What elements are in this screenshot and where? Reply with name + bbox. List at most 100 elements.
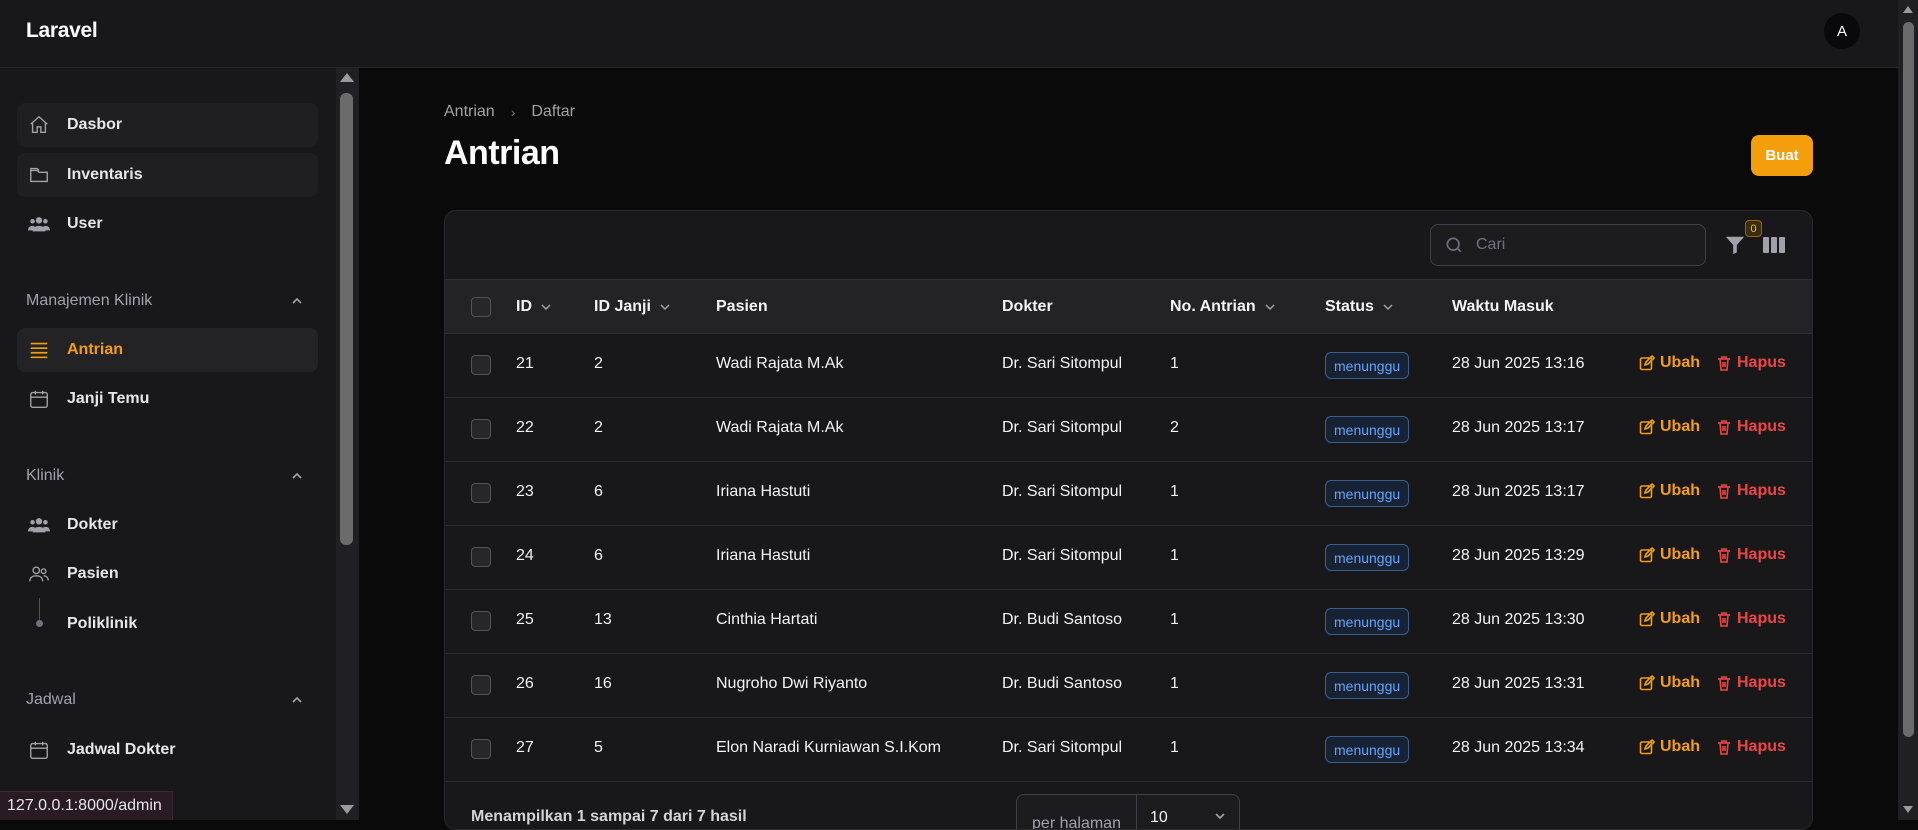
trash-icon bbox=[1718, 484, 1730, 499]
sidebar-scrollbar-thumb[interactable] bbox=[340, 93, 353, 545]
cell-patient: Iriana Hastuti bbox=[716, 483, 811, 500]
calendar-icon bbox=[27, 738, 51, 762]
status-badge: menunggu bbox=[1325, 352, 1410, 379]
sidebar-item-poliklinik[interactable]: Poliklinik bbox=[17, 602, 318, 646]
table-row[interactable]: 25 13 Cinthia Hartati Dr. Budi Santoso 1 28 J… bbox=[445, 590, 1812, 654]
page-title: Antrian bbox=[444, 134, 560, 172]
edit-button[interactable]: Ubah bbox=[1639, 738, 1700, 756]
cell-patient: Elon Naradi Kurniawan S.I.Kom bbox=[716, 739, 941, 756]
status-badge: menunggu bbox=[1325, 416, 1410, 443]
calendar-icon bbox=[27, 387, 51, 411]
column-header-queue-no[interactable]: No. Antrian bbox=[1170, 298, 1276, 316]
edit-button[interactable]: Ubah bbox=[1639, 546, 1700, 564]
status-badge: menunggu bbox=[1325, 672, 1410, 699]
cell-id: 23 bbox=[516, 483, 534, 500]
cell-queue-no: 1 bbox=[1170, 739, 1179, 756]
sidebar-item-label: Dokter bbox=[67, 516, 118, 533]
table-row[interactable]: 22 2 Wadi Rajata M.Ak Dr. Sari Sitompul 2 28 … bbox=[445, 398, 1812, 462]
status-badge: menunggu bbox=[1325, 480, 1410, 507]
edit-button[interactable]: Ubah bbox=[1639, 482, 1700, 500]
row-checkbox[interactable] bbox=[471, 483, 491, 503]
pagination-summary: Menampilkan 1 sampai 7 dari 7 hasil bbox=[471, 808, 747, 825]
breadcrumb-current: Daftar bbox=[531, 103, 575, 120]
column-header-id[interactable]: ID bbox=[516, 298, 552, 316]
cell-patient: Wadi Rajata M.Ak bbox=[716, 355, 844, 372]
cell-queue-no: 1 bbox=[1170, 547, 1179, 564]
chevron-up-icon[interactable] bbox=[290, 693, 304, 707]
scroll-up-arrow-icon[interactable] bbox=[340, 73, 354, 82]
user-group-icon bbox=[27, 562, 51, 586]
cell-queue-no: 1 bbox=[1170, 483, 1179, 500]
row-checkbox[interactable] bbox=[471, 739, 491, 759]
row-checkbox[interactable] bbox=[471, 419, 491, 439]
row-checkbox[interactable] bbox=[471, 355, 491, 375]
search-input[interactable]: Cari bbox=[1430, 224, 1706, 266]
row-checkbox[interactable] bbox=[471, 611, 491, 631]
cell-doctor: Dr. Budi Santoso bbox=[1002, 611, 1123, 628]
chevron-up-icon[interactable] bbox=[290, 294, 304, 308]
edit-button[interactable]: Ubah bbox=[1639, 354, 1700, 372]
per-page-select[interactable]: per halaman 10 bbox=[1016, 794, 1240, 829]
filter-icon[interactable] bbox=[1724, 234, 1746, 256]
delete-button[interactable]: Hapus bbox=[1716, 546, 1786, 564]
delete-button[interactable]: Hapus bbox=[1716, 738, 1786, 756]
cell-appointment: 6 bbox=[594, 483, 603, 500]
brand-logo[interactable]: Laravel bbox=[26, 19, 98, 43]
edit-button[interactable]: Ubah bbox=[1639, 418, 1700, 436]
users-icon bbox=[27, 513, 51, 537]
sidebar-item-antrian[interactable]: Antrian bbox=[17, 328, 318, 372]
pencil-square-icon bbox=[1639, 611, 1655, 627]
sidebar-group-jadwal[interactable]: Jadwal bbox=[26, 691, 76, 709]
sidebar-item-inventaris[interactable]: Inventaris bbox=[17, 153, 318, 197]
cell-doctor: Dr. Sari Sitompul bbox=[1002, 483, 1123, 500]
sidebar-item-dokter[interactable]: Dokter bbox=[17, 503, 318, 547]
sidebar-group-klinik[interactable]: Klinik bbox=[26, 467, 64, 485]
column-header-appointment[interactable]: ID Janji bbox=[594, 298, 671, 316]
table-row[interactable]: 24 6 Iriana Hastuti Dr. Sari Sitompul 1 28 Ju… bbox=[445, 526, 1812, 590]
sidebar-item-jadwal-dokter[interactable]: Jadwal Dokter bbox=[17, 728, 318, 772]
scroll-up-arrow-icon[interactable] bbox=[1903, 6, 1913, 13]
edit-button[interactable]: Ubah bbox=[1639, 610, 1700, 628]
column-header-patient: Pasien bbox=[716, 298, 768, 315]
delete-button[interactable]: Hapus bbox=[1716, 418, 1786, 436]
search-icon bbox=[1446, 237, 1462, 253]
filter-count-badge: 0 bbox=[1745, 220, 1762, 237]
delete-button[interactable]: Hapus bbox=[1716, 674, 1786, 692]
scroll-down-arrow-icon[interactable] bbox=[340, 805, 354, 814]
sidebar-item-janji-temu[interactable]: Janji Temu bbox=[17, 377, 318, 421]
user-avatar[interactable]: A bbox=[1824, 13, 1860, 49]
pencil-square-icon bbox=[1639, 355, 1655, 371]
row-checkbox[interactable] bbox=[471, 547, 491, 567]
sidebar-item-pasien[interactable]: Pasien bbox=[17, 552, 318, 596]
sidebar-item-label: Poliklinik bbox=[67, 615, 138, 632]
status-badge: menunggu bbox=[1325, 608, 1410, 635]
row-checkbox[interactable] bbox=[471, 675, 491, 695]
delete-button[interactable]: Hapus bbox=[1716, 482, 1786, 500]
scroll-down-arrow-icon[interactable] bbox=[1903, 806, 1913, 813]
select-all-checkbox[interactable] bbox=[471, 297, 491, 317]
chevron-up-icon[interactable] bbox=[290, 469, 304, 483]
pencil-square-icon bbox=[1639, 483, 1655, 499]
table-row[interactable]: 27 5 Elon Naradi Kurniawan S.I.Kom Dr. Sari… bbox=[445, 718, 1812, 782]
breadcrumb-parent[interactable]: Antrian bbox=[444, 103, 495, 121]
create-button[interactable]: Buat bbox=[1751, 135, 1813, 176]
delete-button[interactable]: Hapus bbox=[1716, 354, 1786, 372]
page-scrollbar-thumb[interactable] bbox=[1903, 22, 1914, 737]
table-row[interactable]: 21 2 Wadi Rajata M.Ak Dr. Sari Sitompul 1 28 … bbox=[445, 334, 1812, 398]
sidebar-item-user[interactable]: User bbox=[17, 202, 318, 246]
delete-button[interactable]: Hapus bbox=[1716, 610, 1786, 628]
column-header-status[interactable]: Status bbox=[1325, 298, 1394, 316]
cell-entry-time: 28 Jun 2025 13:17 bbox=[1452, 419, 1585, 436]
column-header-doctor: Dokter bbox=[1002, 298, 1053, 315]
cell-doctor: Dr. Sari Sitompul bbox=[1002, 547, 1123, 564]
columns-icon[interactable] bbox=[1763, 235, 1785, 255]
cell-entry-time: 28 Jun 2025 13:29 bbox=[1452, 547, 1585, 564]
sidebar-group-manajemen-klinik[interactable]: Manajemen Klinik bbox=[26, 292, 152, 310]
edit-button[interactable]: Ubah bbox=[1639, 674, 1700, 692]
sidebar-item-dasbor[interactable]: Dasbor bbox=[17, 103, 318, 147]
cell-doctor: Dr. Budi Santoso bbox=[1002, 675, 1123, 692]
sidebar-item-label: Janji Temu bbox=[67, 390, 150, 407]
cell-appointment: 5 bbox=[594, 739, 603, 756]
table-row[interactable]: 26 16 Nugroho Dwi Riyanto Dr. Budi Santoso 1… bbox=[445, 654, 1812, 718]
table-row[interactable]: 23 6 Iriana Hastuti Dr. Sari Sitompul 1 28 Ju… bbox=[445, 462, 1812, 526]
